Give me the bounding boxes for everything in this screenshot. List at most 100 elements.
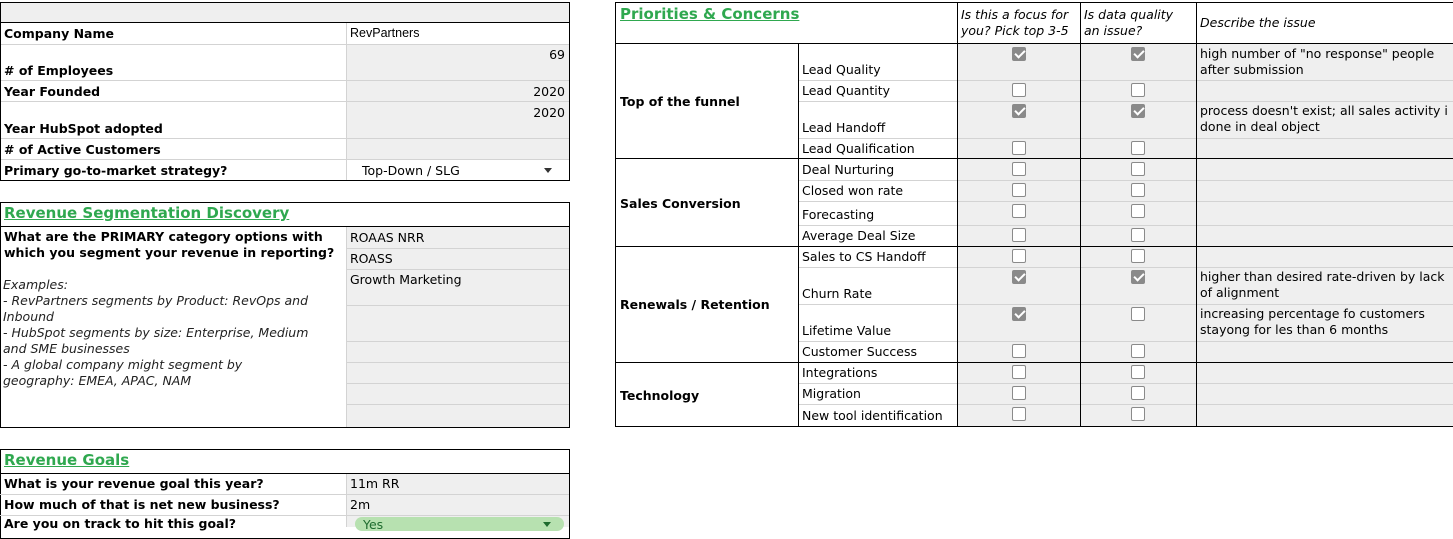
describe-column-header: Describe the issue (1200, 15, 1316, 30)
quality-column-header: Is data quality an issue? (1084, 7, 1174, 38)
revenue-goal-label: What is your revenue goal this year? (4, 476, 264, 491)
quality-checkbox-lead-handoff[interactable] (1131, 104, 1145, 118)
company-header-bar (0, 2, 570, 23)
focus-checkbox-new-tool-identification[interactable] (1012, 407, 1026, 421)
group-top-of-funnel: Top of the funnel (620, 94, 740, 109)
quality-checkbox-average-deal-size[interactable] (1131, 228, 1145, 242)
gtm-strategy-label: Primary go-to-market strategy? (4, 163, 228, 178)
focus-checkbox-lead-qualification[interactable] (1012, 141, 1026, 155)
priority-item-new-tool-identification: New tool identification (802, 408, 943, 423)
issue-text: higher than desired rate-driven by lack o… (1200, 269, 1445, 300)
on-track-label: Are you on track to hit this goal? (4, 516, 237, 531)
quality-checkbox-closed-won-rate[interactable] (1131, 183, 1145, 197)
focus-checkbox-migration[interactable] (1012, 386, 1026, 400)
issue-text: increasing percentage fo customers stayon… (1200, 306, 1425, 337)
quality-checkbox-deal-nurturing[interactable] (1131, 162, 1145, 176)
priority-item-lead-qualification: Lead Qualification (802, 141, 915, 156)
focus-checkbox-lead-handoff[interactable] (1012, 104, 1026, 118)
company-name-label: Company Name (4, 26, 114, 41)
issue-cell[interactable] (1197, 404, 1453, 426)
quality-checkbox-integrations[interactable] (1131, 365, 1145, 379)
segment-option-8[interactable] (346, 404, 569, 427)
priority-item-deal-nurturing: Deal Nurturing (802, 162, 895, 177)
net-new-value[interactable]: 2m (350, 497, 370, 512)
chevron-down-icon (544, 168, 552, 173)
year-founded-label: Year Founded (4, 84, 101, 99)
focus-checkbox-deal-nurturing[interactable] (1012, 162, 1026, 176)
priority-item-lead-handoff: Lead Handoff (802, 120, 886, 135)
segment-option-5[interactable] (346, 341, 569, 362)
issue-cell[interactable] (1197, 180, 1453, 201)
focus-checkbox-customer-success[interactable] (1012, 344, 1026, 358)
issue-cell[interactable] (1197, 80, 1453, 101)
group-sales-conversion: Sales Conversion (620, 196, 741, 211)
net-new-label: How much of that is net new business? (4, 497, 280, 512)
focus-checkbox-sales-to-cs-handoff[interactable] (1012, 249, 1026, 263)
segment-option-3[interactable]: Growth Marketing (346, 269, 569, 305)
on-track-value: Yes (363, 517, 384, 532)
quality-checkbox-new-tool-identification[interactable] (1131, 407, 1145, 421)
company-name-value[interactable]: RevPartners (350, 26, 419, 40)
revenue-goal-value[interactable]: 11m RR (350, 476, 399, 491)
priority-item-average-deal-size: Average Deal Size (802, 228, 916, 243)
quality-checkbox-lead-quantity[interactable] (1131, 83, 1145, 97)
quality-checkbox-forecasting[interactable] (1131, 204, 1145, 218)
segmentation-title: Revenue Segmentation Discovery (4, 204, 290, 222)
quality-checkbox-lifetime-value[interactable] (1131, 307, 1145, 321)
focus-checkbox-lifetime-value[interactable] (1012, 307, 1026, 321)
segment-option-7[interactable] (346, 383, 569, 404)
focus-checkbox-churn-rate[interactable] (1012, 270, 1026, 284)
quality-checkbox-churn-rate[interactable] (1131, 270, 1145, 284)
issue-text: process doesn't exist; all sales activit… (1200, 103, 1448, 134)
focus-checkbox-closed-won-rate[interactable] (1012, 183, 1026, 197)
priority-item-closed-won-rate: Closed won rate (802, 183, 904, 198)
year-founded-value[interactable]: 2020 (533, 84, 565, 99)
priority-item-customer-success: Customer Success (802, 344, 918, 359)
priority-item-sales-to-cs-handoff: Sales to CS Handoff (802, 249, 926, 264)
quality-checkbox-lead-qualification[interactable] (1131, 141, 1145, 155)
issue-cell[interactable] (1197, 225, 1453, 246)
chevron-down-icon (543, 522, 551, 527)
issue-cell[interactable] (1197, 159, 1453, 180)
issue-cell[interactable] (1197, 138, 1453, 159)
priority-item-migration: Migration (802, 386, 861, 401)
focus-column-header: Is this a focus for you? Pick top 3-5 (961, 7, 1069, 38)
quality-checkbox-customer-success[interactable] (1131, 344, 1145, 358)
segment-option-1[interactable]: ROAAS NRR (346, 227, 569, 248)
issue-cell[interactable] (1197, 341, 1453, 362)
gtm-strategy-dropdown[interactable]: Top-Down / SLG (346, 160, 570, 180)
segmentation-examples: Examples: - RevPartners segments by Prod… (3, 277, 309, 388)
active-customers-label: # of Active Customers (4, 142, 161, 157)
on-track-dropdown[interactable]: Yes (355, 517, 564, 532)
segment-option-6[interactable] (346, 362, 569, 383)
segment-option-2[interactable]: ROASS (346, 248, 569, 269)
group-technology: Technology (620, 388, 700, 403)
focus-checkbox-lead-quality[interactable] (1012, 47, 1026, 61)
priority-item-integrations: Integrations (802, 365, 878, 380)
group-renewals-retention: Renewals / Retention (620, 297, 770, 312)
focus-checkbox-integrations[interactable] (1012, 365, 1026, 379)
focus-checkbox-forecasting[interactable] (1012, 204, 1026, 218)
issue-cell[interactable] (1197, 246, 1453, 267)
issue-cell[interactable] (1197, 383, 1453, 404)
hubspot-year-label: Year HubSpot adopted (4, 121, 163, 136)
focus-checkbox-average-deal-size[interactable] (1012, 228, 1026, 242)
issue-text: high number of "no response" people after… (1200, 46, 1435, 77)
issue-cell[interactable] (1197, 201, 1453, 225)
priorities-title: Priorities & Concerns (620, 5, 800, 23)
quality-checkbox-migration[interactable] (1131, 386, 1145, 400)
employees-label: # of Employees (4, 63, 114, 78)
segment-option-4[interactable] (346, 305, 569, 341)
gtm-strategy-value: Top-Down / SLG (362, 163, 460, 178)
priority-item-lead-quality: Lead Quality (802, 62, 881, 77)
priority-item-lead-quantity: Lead Quantity (802, 83, 891, 98)
focus-checkbox-lead-quantity[interactable] (1012, 83, 1026, 97)
employees-value[interactable]: 69 (549, 47, 565, 62)
hubspot-year-value[interactable]: 2020 (533, 105, 565, 120)
issue-cell[interactable] (1197, 362, 1453, 383)
quality-checkbox-lead-quality[interactable] (1131, 47, 1145, 61)
segmentation-question: What are the PRIMARY category options wi… (4, 229, 335, 260)
company-values-column (346, 44, 570, 160)
priority-item-lifetime-value: Lifetime Value (802, 323, 892, 338)
quality-checkbox-sales-to-cs-handoff[interactable] (1131, 249, 1145, 263)
